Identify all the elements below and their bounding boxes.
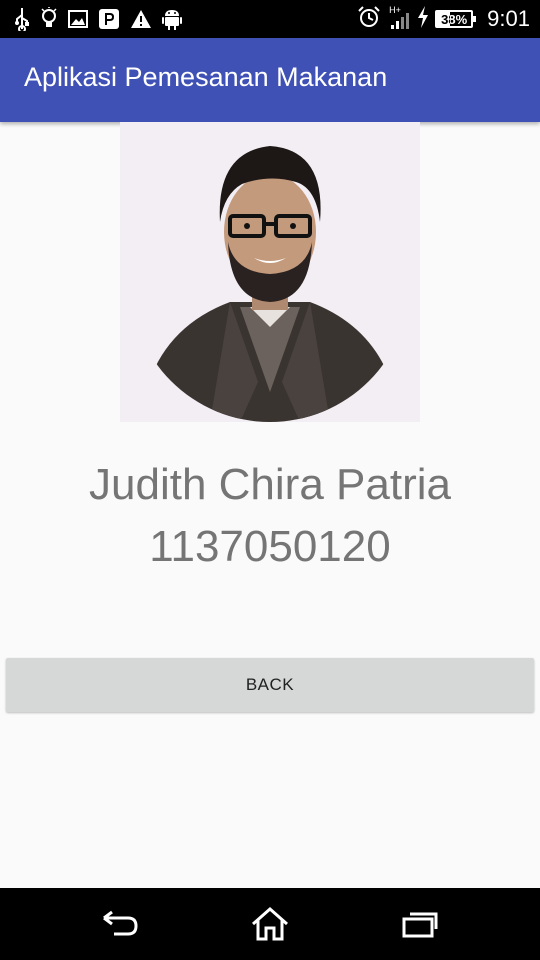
profile-name: Judith Chira Patria [89, 460, 451, 509]
usb-icon [14, 7, 30, 31]
alarm-icon [357, 5, 381, 34]
app-bar: Aplikasi Pemesanan Makanan [0, 38, 540, 122]
android-icon [162, 8, 182, 30]
image-icon [68, 9, 88, 29]
system-icons: H+ 38% 9:01 [357, 5, 530, 34]
nav-home-button[interactable] [250, 904, 290, 944]
profile-portrait [140, 146, 400, 422]
battery-icon: 38% [435, 10, 477, 28]
notification-icons [14, 6, 182, 32]
back-button[interactable]: BACK [6, 658, 534, 712]
navigation-bar [0, 888, 540, 960]
recents-icon [402, 912, 438, 938]
signal-icon: H+ [387, 5, 411, 31]
status-bar: H+ 38% 9:01 [0, 0, 540, 38]
nav-back-button[interactable] [100, 904, 140, 944]
back-icon [103, 910, 138, 936]
home-icon [252, 906, 288, 941]
battery-cap [473, 16, 477, 22]
charging-icon [417, 5, 429, 33]
nav-recents-button[interactable] [400, 904, 440, 944]
profile-photo [120, 122, 420, 422]
status-clock: 9:01 [487, 6, 530, 31]
warning-icon [130, 9, 152, 29]
profile-nim: 1137050120 [149, 522, 391, 571]
battery-percentage: 38% [441, 11, 468, 27]
app-title: Aplikasi Pemesanan Makanan [24, 62, 388, 92]
bulb-icon [40, 7, 58, 31]
p-app-icon [98, 8, 120, 30]
